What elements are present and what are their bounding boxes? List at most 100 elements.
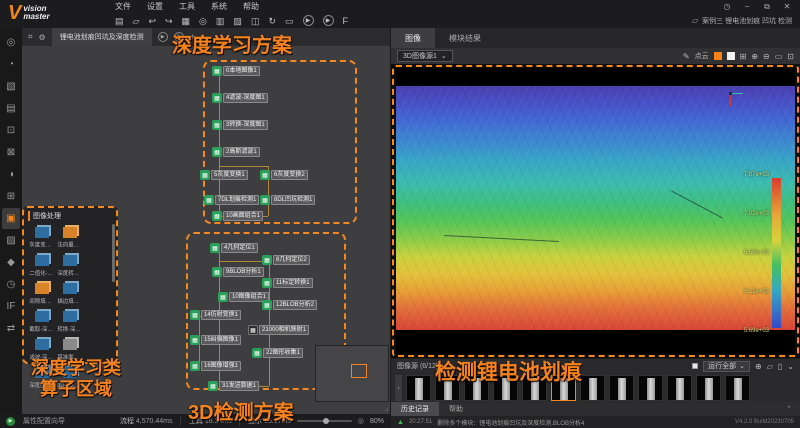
- menu-item[interactable]: 系统: [211, 1, 227, 12]
- flow-node[interactable]: ▦ 15纠偏图像1: [190, 335, 242, 345]
- menu-item[interactable]: 帮助: [243, 1, 259, 12]
- flow-node[interactable]: ▦ 4几何定位1: [210, 243, 258, 253]
- sidebar-tool-icon[interactable]: ◆: [2, 252, 20, 273]
- flow-list-icon[interactable]: ⌗: [28, 32, 33, 42]
- flow-node[interactable]: ▦ 11标定转换1: [262, 278, 313, 288]
- image-thumbnail[interactable]: [406, 375, 431, 401]
- operator-scrollbar[interactable]: [112, 224, 115, 282]
- flow-tab[interactable]: 锂电池划痕凹坑及深度检测: [51, 28, 152, 46]
- canvas-zoom-slider[interactable]: [296, 418, 352, 424]
- sidebar-tool-icon[interactable]: ◷: [2, 274, 20, 295]
- sidebar-tool-icon[interactable]: ◔: [2, 54, 20, 75]
- operator-item[interactable]: 深度转点云: [56, 253, 84, 277]
- sidebar-tool-icon[interactable]: ⊞: [2, 186, 20, 207]
- flow-canvas[interactable]: ▦ 0本地图像1 ▦ 4滤波-深度图1 ▦ 3转换-深度图1 ▦ 2高斯滤波1 …: [22, 35, 390, 424]
- flow-node[interactable]: ▦ 22图形收集1: [252, 348, 304, 358]
- checkbox-icon[interactable]: [692, 363, 699, 369]
- image-source-dropdown[interactable]: 3D图像源1 ⌄: [397, 50, 453, 62]
- history-tab[interactable]: 历史记录: [391, 402, 439, 416]
- history-entry[interactable]: ▲ 20:27:51 删除多个模块：锂电池划痕凹坑及深度检测.BLOB分析4 V…: [391, 416, 800, 428]
- toolbar-icon[interactable]: ↪: [165, 15, 173, 27]
- operator-item[interactable]: 灰度变换-…: [28, 225, 56, 249]
- flow-node[interactable]: ▦ 21000相机映射1: [248, 325, 310, 335]
- image-thumbnail[interactable]: [725, 375, 750, 401]
- collapse-strip-icon[interactable]: ⌄: [787, 362, 794, 371]
- operator-item[interactable]: 转换-深度图: [56, 309, 84, 333]
- strip-expander[interactable]: ›: [395, 375, 402, 401]
- flow-node[interactable]: ▦ 5灰度变换1: [200, 170, 248, 180]
- toolbar-icon[interactable]: ▤: [115, 15, 124, 27]
- toolbar-icon[interactable]: ▱: [133, 15, 140, 27]
- viewer-tool-icon[interactable]: ⊞: [740, 52, 747, 61]
- flow-node[interactable]: ▦ 12BLOB分析2: [262, 300, 318, 310]
- viewer-tool-icon[interactable]: ▭: [775, 52, 783, 61]
- status-left-label[interactable]: 属性配置向导: [23, 416, 65, 426]
- add-image-icon[interactable]: ⊕: [755, 362, 762, 371]
- history-tab[interactable]: 帮助: [439, 402, 473, 416]
- menu-item[interactable]: 设置: [147, 1, 163, 12]
- resize-handle-icon[interactable]: ⌟: [385, 404, 388, 412]
- flow-run-once-icon[interactable]: ▶: [157, 32, 168, 42]
- menu-item[interactable]: 工具: [179, 1, 195, 12]
- flow-node[interactable]: ▦ 2高斯滤波1: [212, 147, 260, 157]
- flow-node[interactable]: ▦ 0本地图像1: [212, 66, 260, 76]
- sidebar-tool-icon[interactable]: ▧: [2, 76, 20, 97]
- image-thumbnail[interactable]: [580, 375, 605, 401]
- status-play-icon[interactable]: ▶: [6, 416, 15, 426]
- flow-node[interactable]: ▦ 8DL凹坑检测1: [260, 195, 316, 205]
- sidebar-tool-icon[interactable]: IF: [2, 296, 20, 317]
- flow-node[interactable]: ▦ 10画面组合1: [212, 211, 264, 221]
- result-tab[interactable]: 模块结果: [435, 28, 495, 48]
- result-tab[interactable]: 图像: [391, 28, 435, 48]
- image-thumbnail[interactable]: [609, 375, 634, 401]
- viewer-tool-icon[interactable]: ⊡: [787, 52, 794, 61]
- sidebar-tool-icon[interactable]: ⊠: [2, 142, 20, 163]
- toolbar-icon[interactable]: F: [343, 15, 349, 27]
- toolbar-icon[interactable]: ↻: [268, 15, 276, 27]
- flow-node[interactable]: ▦ 16图像增强1: [190, 361, 242, 371]
- toolbar-icon[interactable]: ▶: [302, 15, 314, 26]
- sidebar-tool-icon[interactable]: ⇄: [2, 318, 20, 339]
- toolbar-icon[interactable]: ↩: [148, 15, 156, 27]
- operator-item[interactable]: 法向量反…: [56, 225, 84, 249]
- image-viewport[interactable]: 7.87e+03 7.02e+03 6.56e+03 6.11e+03 5.69e+03: [391, 64, 800, 358]
- toolbar-icon[interactable]: ◎: [199, 15, 207, 27]
- sidebar-tool-icon[interactable]: ◎: [2, 32, 20, 53]
- sidebar-tool-icon[interactable]: ◑: [2, 164, 20, 185]
- pointcloud-label[interactable]: 点云: [695, 51, 709, 61]
- viewer-tool-icon[interactable]: ⊕: [751, 52, 758, 61]
- flow-node[interactable]: ▦ 8几何定位2: [262, 255, 310, 265]
- run-all-button[interactable]: 运行全部 ⌄: [703, 360, 751, 372]
- flow-node[interactable]: ▦ 3转换-深度图1: [212, 120, 268, 130]
- toolbar-icon[interactable]: ▨: [233, 15, 242, 27]
- operator-item[interactable]: 描边填充-…: [56, 281, 84, 305]
- operator-item[interactable]: 截取-深度图: [28, 309, 56, 333]
- flow-node[interactable]: ▦ 31发送数据1: [208, 381, 260, 391]
- flow-node[interactable]: ▦ 7DL划痕检测1: [204, 195, 260, 205]
- window-button-icon[interactable]: ◷: [722, 2, 732, 12]
- minimap-viewport[interactable]: [351, 364, 367, 378]
- sidebar-tool-icon[interactable]: ▨: [2, 230, 20, 251]
- operator-item[interactable]: 二值化-深…: [28, 253, 56, 277]
- window-button-icon[interactable]: ⧉: [762, 2, 772, 12]
- operator-item[interactable]: 间隙填充-…: [28, 281, 56, 305]
- flow-settings-icon[interactable]: ⚙: [39, 33, 46, 42]
- toolbar-icon[interactable]: ◫: [251, 15, 260, 27]
- toolbar-icon[interactable]: ▭: [285, 15, 294, 27]
- flow-node[interactable]: ▦ 6灰度变换2: [260, 170, 308, 180]
- menu-item[interactable]: 文件: [115, 1, 131, 12]
- viewer-tool-icon[interactable]: ⊖: [763, 52, 770, 61]
- toolbar-icon[interactable]: ▥: [216, 15, 225, 27]
- flow-node[interactable]: ▦ 9BLOB分析1: [212, 267, 264, 277]
- sidebar-tool-icon[interactable]: ▣: [2, 208, 20, 229]
- image-thumbnail[interactable]: [696, 375, 721, 401]
- secondary-color-swatch[interactable]: [726, 52, 735, 60]
- collapse-panel-icon[interactable]: ⌃: [786, 405, 800, 413]
- open-folder-icon[interactable]: ▱: [767, 362, 773, 371]
- window-button-icon[interactable]: −: [742, 2, 752, 12]
- draw-icon[interactable]: ✎: [683, 52, 690, 61]
- toolbar-icon[interactable]: ▦: [182, 15, 191, 27]
- flow-node[interactable]: ▦ 4滤波-深度图1: [212, 93, 268, 103]
- slider-knob[interactable]: [322, 418, 329, 424]
- delete-image-icon[interactable]: ▯: [778, 362, 782, 371]
